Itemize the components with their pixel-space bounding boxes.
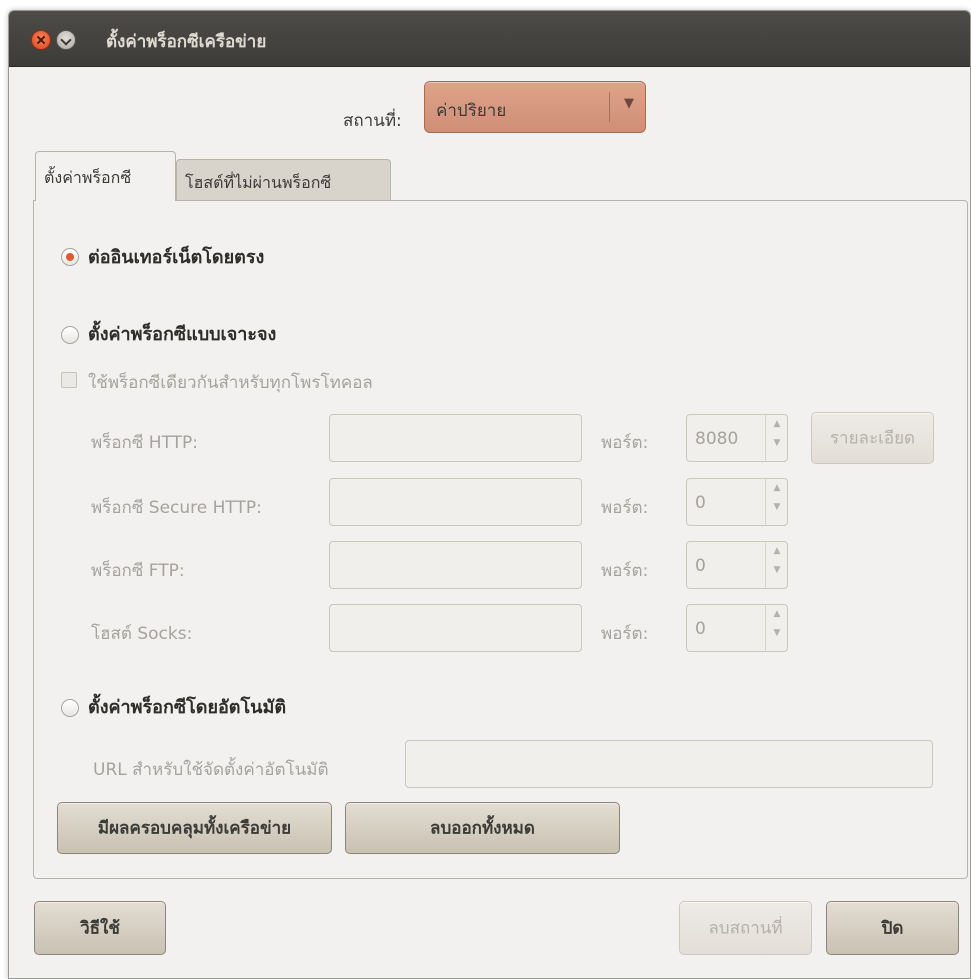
details-button[interactable]: รายละเอียด <box>811 412 934 464</box>
http-port-spinner[interactable]: 8080 ▲ ▼ <box>686 414 788 462</box>
spinner-buttons: ▲ ▼ <box>765 605 787 651</box>
autoconfig-url-label: URL สำหรับใช้จัดตั้งค่าอัตโนมัติ <box>93 760 329 780</box>
title-bar: ตั้งค่าพร็อกซีเครือข่าย <box>9 11 970 67</box>
apply-system-wide-button[interactable]: มีผลครอบคลุมทั้งเครือข่าย <box>57 802 332 854</box>
direct-connection-label: ต่ออินเทอร์เน็ตโดยตรง <box>88 247 265 268</box>
minimize-icon[interactable] <box>56 30 76 50</box>
secure-http-port-spinner[interactable]: 0 ▲ ▼ <box>686 478 788 526</box>
http-proxy-label: พร็อกซี HTTP: <box>91 433 199 453</box>
apply-system-wide-label: มีผลครอบคลุมทั้งเครือข่าย <box>97 818 292 839</box>
manual-proxy-radio[interactable] <box>61 326 79 344</box>
spinner-buttons: ▲ ▼ <box>765 542 787 588</box>
secure-http-port-label: พอร์ต: <box>601 498 649 518</box>
clear-all-button[interactable]: ลบออกทั้งหมด <box>345 802 620 854</box>
location-select[interactable]: ค่าปริยาย ▼ <box>424 81 646 133</box>
window-title: ตั้งค่าพร็อกซีเครือข่าย <box>106 32 267 52</box>
socks-port-value: 0 <box>695 619 706 639</box>
spinner-buttons: ▲ ▼ <box>765 479 787 525</box>
decrement-icon[interactable]: ▼ <box>766 502 788 525</box>
http-port-label: พอร์ต: <box>601 433 649 453</box>
help-button[interactable]: วิธีใช้ <box>34 901 166 955</box>
secure-http-proxy-label: พร็อกซี Secure HTTP: <box>91 498 262 518</box>
combo-separator <box>609 92 610 122</box>
proxy-preferences-window: ตั้งค่าพร็อกซีเครือข่าย สถานที่: ค่าปริย… <box>8 10 971 979</box>
socks-port-label: พอร์ต: <box>601 624 649 644</box>
details-button-label: รายละเอียด <box>829 428 916 449</box>
delete-location-label: ลบสถานที่ <box>708 918 783 939</box>
secure-http-port-value: 0 <box>695 493 706 513</box>
decrement-icon[interactable]: ▼ <box>766 628 788 651</box>
close-button[interactable]: ปิด <box>826 901 959 955</box>
direct-connection-radio[interactable] <box>61 248 79 266</box>
ftp-port-spinner[interactable]: 0 ▲ ▼ <box>686 541 788 589</box>
close-icon[interactable] <box>31 30 51 50</box>
tab-proxy-configuration[interactable]: ตั้งค่าพร็อกซี <box>35 151 176 201</box>
close-button-label: ปิด <box>881 918 904 939</box>
clear-all-label: ลบออกทั้งหมด <box>430 818 535 839</box>
automatic-proxy-label: ตั้งค่าพร็อกซีโดยอัตโนมัติ <box>88 697 287 718</box>
socks-host-label: โฮสต์ Socks: <box>91 624 193 644</box>
same-proxy-label: ใช้พร็อกซีเดียวกันสำหรับทุกโพรโทคอล <box>88 373 373 393</box>
socks-host-input[interactable] <box>329 604 582 652</box>
decrement-icon[interactable]: ▼ <box>766 565 788 588</box>
http-proxy-input[interactable] <box>329 414 582 462</box>
tab-label: ตั้งค่าพร็อกซี <box>44 168 132 187</box>
location-label: สถานที่: <box>343 111 402 131</box>
chevron-down-icon: ▼ <box>624 96 634 111</box>
autoconfig-url-input[interactable] <box>405 740 933 788</box>
tab-ignored-hosts[interactable]: โฮสต์ที่ไม่ผ่านพร็อกซี <box>176 159 391 201</box>
tab-label: โฮสต์ที่ไม่ผ่านพร็อกซี <box>185 173 332 192</box>
secure-http-proxy-input[interactable] <box>329 478 582 526</box>
delete-location-button[interactable]: ลบสถานที่ <box>679 901 812 955</box>
spinner-buttons: ▲ ▼ <box>765 415 787 461</box>
manual-proxy-label: ตั้งค่าพร็อกซีแบบเจาะจง <box>88 324 277 345</box>
ftp-proxy-label: พร็อกซี FTP: <box>91 561 185 581</box>
location-value: ค่าปริยาย <box>436 101 507 121</box>
automatic-proxy-radio[interactable] <box>61 699 79 717</box>
socks-port-spinner[interactable]: 0 ▲ ▼ <box>686 604 788 652</box>
ftp-proxy-input[interactable] <box>329 541 582 589</box>
decrement-icon[interactable]: ▼ <box>766 438 788 461</box>
same-proxy-checkbox[interactable] <box>61 372 77 388</box>
ftp-port-value: 0 <box>695 556 706 576</box>
http-port-value: 8080 <box>695 429 739 449</box>
help-button-label: วิธีใช้ <box>80 918 120 939</box>
ftp-port-label: พอร์ต: <box>601 561 649 581</box>
